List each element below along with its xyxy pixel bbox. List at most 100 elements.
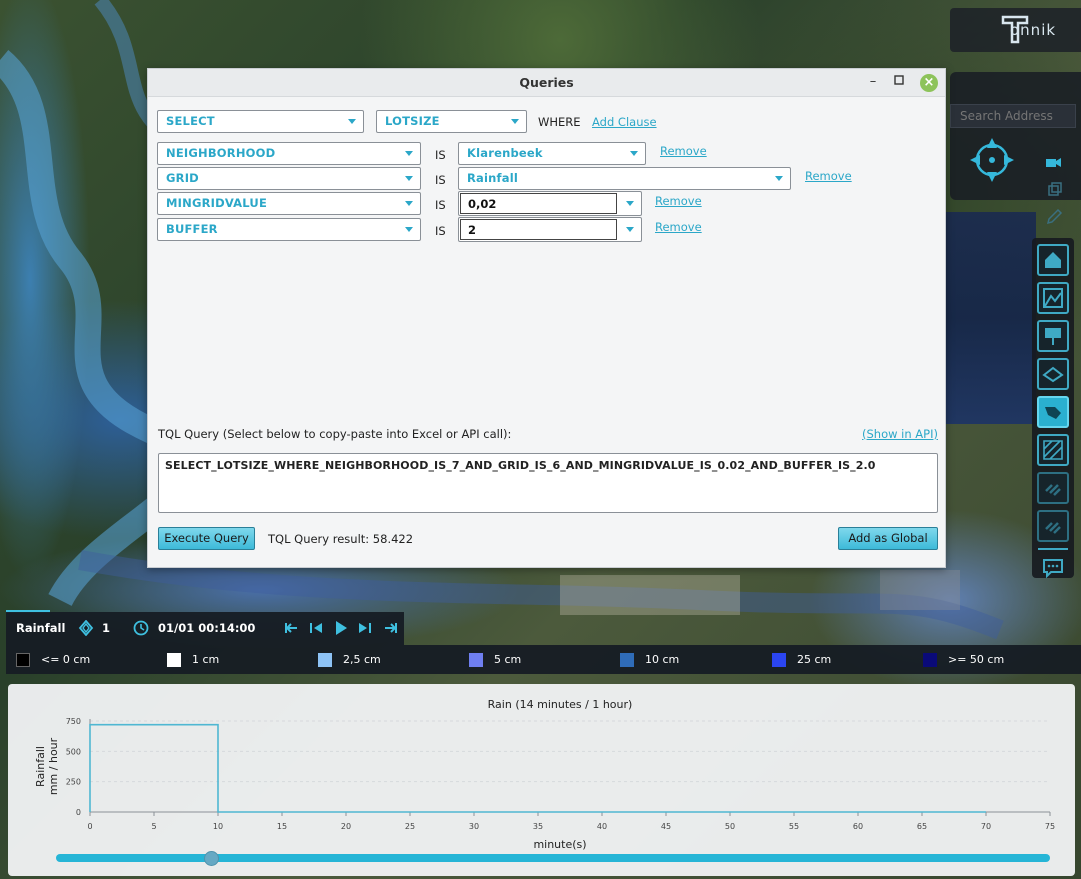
select-type-dropdown[interactable]: SELECT [157, 110, 364, 133]
water-hand-icon [1045, 407, 1061, 419]
legend-swatch [772, 652, 786, 667]
legend-label: >= 50 cm [948, 653, 1005, 666]
area-tool-button[interactable] [1037, 358, 1069, 390]
step-back-icon[interactable] [309, 621, 323, 635]
legend-swatch [16, 652, 30, 667]
chat-icon[interactable] [1042, 557, 1064, 579]
signboard-icon [1045, 328, 1061, 345]
clause-value-combobox[interactable]: 0,02 [458, 191, 642, 216]
legend-item: 5 cm [469, 652, 521, 667]
query-result-text: TQL Query result: 58.422 [268, 532, 414, 546]
clause-value-dropdown[interactable]: Rainfall [458, 167, 791, 190]
add-clause-link[interactable]: Add Clause [592, 115, 657, 129]
x-tick-label: 70 [981, 822, 991, 831]
chevron-down-icon[interactable] [626, 201, 634, 206]
clause-value: Klarenbeek [467, 146, 543, 160]
remove-clause-link[interactable]: Remove [660, 144, 707, 158]
legend-label: 2,5 cm [343, 653, 381, 666]
legend-item: 25 cm [772, 652, 831, 667]
water-tool-button[interactable] [1037, 396, 1069, 428]
toolbar-divider [1038, 548, 1068, 550]
x-tick-label: 55 [789, 822, 799, 831]
edit-icon[interactable] [1045, 208, 1063, 226]
x-tick-label: 20 [341, 822, 351, 831]
minimize-button[interactable]: – [866, 75, 880, 89]
plane-icon [1042, 366, 1064, 383]
clause-field-dropdown[interactable]: NEIGHBORHOOD [157, 142, 421, 165]
remove-clause-link[interactable]: Remove [805, 169, 852, 183]
chevron-down-icon [630, 151, 638, 156]
y-tick-label: 250 [66, 778, 81, 787]
clause-field-dropdown[interactable]: BUFFER [157, 218, 421, 241]
maximize-icon [894, 75, 904, 85]
show-in-api-link[interactable]: (Show in API) [862, 427, 938, 441]
add-as-global-button[interactable]: Add as Global [838, 527, 938, 550]
legend-label: 5 cm [494, 653, 522, 666]
chart-title: Rain (14 minutes / 1 hour) [488, 698, 633, 711]
clause-value-input[interactable]: 2 [460, 219, 617, 240]
x-tick-label: 75 [1045, 822, 1055, 831]
legend-item: 10 cm [620, 652, 679, 667]
step-forward-icon[interactable] [358, 621, 372, 635]
rainfall-series-line [89, 723, 986, 813]
chevron-down-icon [405, 176, 413, 181]
measure-tool-button[interactable] [1037, 434, 1069, 466]
tql-query-textarea[interactable]: SELECT_LOTSIZE_WHERE_NEIGHBORHOOD_IS_7_A… [158, 453, 938, 513]
clause-field-value: MINGRIDVALUE [166, 196, 267, 210]
chevron-down-icon [405, 151, 413, 156]
search-address-input[interactable] [950, 104, 1076, 128]
queries-dialog: Queries – × SELECT LOTSIZE WHERE Add Cla… [147, 68, 946, 568]
x-tick-label: 40 [597, 822, 607, 831]
camera-icon[interactable] [1044, 152, 1062, 170]
legend-item: >= 50 cm [923, 652, 1004, 667]
close-button[interactable]: × [920, 74, 938, 92]
legend-swatch [620, 652, 634, 667]
attribute-dropdown[interactable]: LOTSIZE [376, 110, 527, 133]
select-type-value: SELECT [166, 114, 215, 128]
clause-value-input[interactable]: 0,02 [460, 193, 617, 214]
zoning-tool-button[interactable] [1037, 320, 1069, 352]
chevron-down-icon[interactable] [626, 227, 634, 232]
tygron-logo-icon [1001, 15, 1029, 44]
x-tick-label: 65 [917, 822, 927, 831]
y-tick-label: 500 [66, 747, 81, 756]
hatch-icon [1043, 440, 1063, 460]
legend-label: <= 0 cm [41, 653, 91, 666]
current-datetime: 01/01 00:14:00 [158, 621, 256, 635]
x-tick-label: 5 [151, 822, 156, 831]
skip-to-end-icon[interactable] [384, 621, 398, 635]
clause-operator: IS [435, 173, 446, 187]
layers-icon[interactable] [78, 620, 94, 636]
clause-operator: IS [435, 148, 446, 162]
clause-value-dropdown[interactable]: Klarenbeek [458, 142, 646, 165]
x-tick-label: 60 [853, 822, 863, 831]
x-tick-label: 15 [277, 822, 287, 831]
clause-value-combobox[interactable]: 2 [458, 217, 642, 242]
legend-label: 1 cm [192, 653, 220, 666]
clause-operator: IS [435, 198, 446, 212]
clause-field-dropdown[interactable]: MINGRIDVALUE [157, 192, 421, 215]
compass-icon[interactable] [968, 136, 1016, 184]
remove-clause-link[interactable]: Remove [655, 194, 702, 208]
link-tool-button[interactable] [1037, 472, 1069, 504]
layer-name: Rainfall [16, 621, 66, 635]
play-icon[interactable] [334, 620, 348, 636]
link-tool-2-button[interactable] [1037, 510, 1069, 542]
minimap[interactable] [944, 212, 1036, 424]
layers-copy-icon[interactable] [1046, 181, 1064, 199]
clause-field-dropdown[interactable]: GRID [157, 167, 421, 190]
legend-item: 2,5 cm [318, 652, 381, 667]
remove-clause-link[interactable]: Remove [655, 220, 702, 234]
execute-query-button[interactable]: Execute Query [158, 527, 255, 550]
chain-2-icon [1045, 522, 1061, 534]
skip-to-start-icon[interactable] [284, 621, 298, 635]
terrain-tool-button[interactable] [1037, 282, 1069, 314]
buildings-tool-button[interactable] [1037, 244, 1069, 276]
terrain-icon [1043, 288, 1063, 308]
clause-value: Rainfall [467, 171, 518, 185]
legend-item: 1 cm [167, 652, 219, 667]
time-slider-handle[interactable] [203, 851, 219, 866]
y-tick-label: 0 [76, 808, 81, 817]
maximize-button[interactable] [892, 75, 906, 89]
close-icon: × [923, 75, 935, 90]
